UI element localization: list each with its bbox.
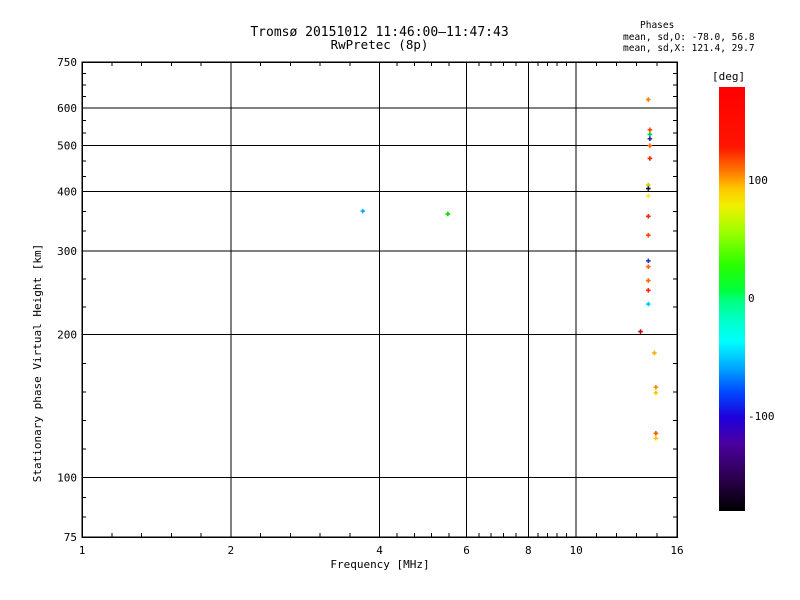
data-point bbox=[648, 136, 653, 141]
gridlines bbox=[82, 62, 677, 537]
data-point bbox=[360, 209, 365, 214]
data-point bbox=[646, 97, 651, 102]
data-point bbox=[654, 385, 659, 390]
y-tick-label: 400 bbox=[57, 186, 77, 199]
x-tick-label: 10 bbox=[570, 544, 583, 557]
y-axis-title: Stationary phase Virtual Height [km] bbox=[31, 244, 44, 482]
colorbar-tick-label: 100 bbox=[748, 175, 768, 187]
data-point bbox=[654, 390, 659, 395]
y-tick-label: 600 bbox=[57, 102, 77, 115]
data-point bbox=[646, 186, 651, 191]
data-point bbox=[648, 132, 653, 137]
y-tick-label: 75 bbox=[64, 531, 77, 544]
x-tick-label: 2 bbox=[227, 544, 234, 557]
y-tick-label: 500 bbox=[57, 140, 77, 153]
colorbar-tick-label: -100 bbox=[748, 411, 775, 423]
data-point bbox=[654, 436, 659, 441]
data-point bbox=[646, 278, 651, 283]
y-tick-label: 100 bbox=[57, 472, 77, 485]
data-point bbox=[652, 351, 657, 356]
x-tick-label: 16 bbox=[670, 544, 683, 557]
y-tick-label: 300 bbox=[57, 245, 77, 258]
data-point bbox=[648, 156, 653, 161]
data-point bbox=[646, 259, 651, 264]
colorbar-unit-label: [deg] bbox=[712, 71, 745, 83]
y-tick-label: 200 bbox=[57, 329, 77, 342]
data-point bbox=[646, 302, 651, 307]
x-axis-title: Frequency [MHz] bbox=[330, 558, 429, 571]
data-point bbox=[648, 127, 653, 132]
data-point bbox=[646, 264, 651, 269]
data-point bbox=[646, 214, 651, 219]
x-tick-label: 4 bbox=[376, 544, 383, 557]
data-point bbox=[638, 329, 643, 334]
data-point bbox=[646, 233, 651, 238]
y-tick-label: 750 bbox=[57, 56, 77, 69]
colorbar-tick-label: 0 bbox=[748, 293, 755, 305]
data-point bbox=[446, 212, 451, 217]
x-tick-label: 6 bbox=[463, 544, 470, 557]
data-point bbox=[646, 288, 651, 293]
data-points bbox=[360, 97, 658, 440]
ionogram-plot: 1 2 4 6 8 10 16 75 100 200 300 400 500 600 750 Frequen… bbox=[0, 0, 800, 600]
axis-tick-labels: 1 2 4 6 8 10 16 75 100 200 300 400 500 600 750 bbox=[57, 56, 684, 557]
phase-colorbar bbox=[719, 87, 745, 511]
data-point bbox=[648, 143, 653, 148]
data-point bbox=[654, 431, 659, 436]
data-point bbox=[646, 194, 651, 199]
x-tick-label: 8 bbox=[525, 544, 532, 557]
x-tick-label: 1 bbox=[79, 544, 86, 557]
